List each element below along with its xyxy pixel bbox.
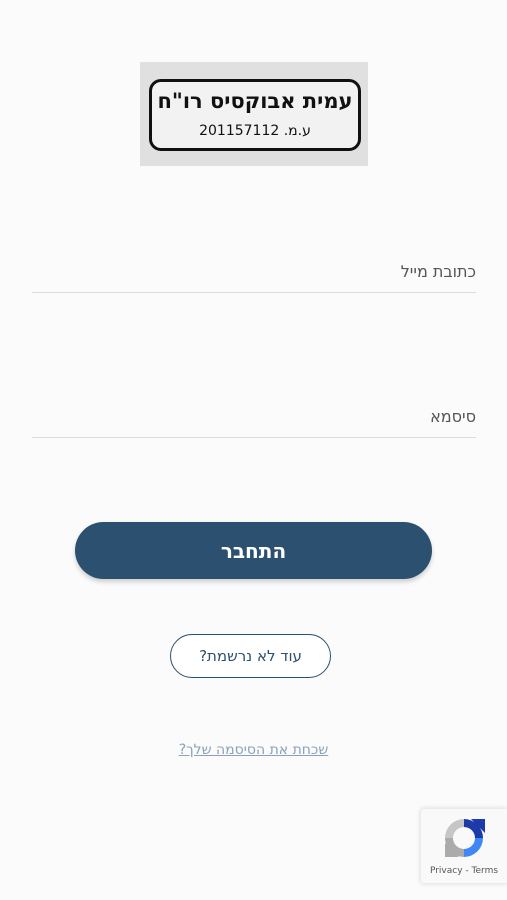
login-button[interactable]: התחבר bbox=[75, 522, 432, 579]
recaptcha-terms-link[interactable]: Terms bbox=[472, 866, 499, 876]
password-field-container bbox=[32, 395, 476, 438]
logo-stamp: עמית אבוקסיס רו"ח ע.מ. 201157112 bbox=[149, 79, 361, 151]
forgot-password-link[interactable]: שכחת את הסיסמה שלך? bbox=[0, 742, 507, 758]
password-field[interactable] bbox=[32, 395, 476, 437]
recaptcha-links: Privacy - Terms bbox=[421, 866, 507, 876]
logo-registration-number: ע.מ. 201157112 bbox=[199, 123, 311, 139]
recaptcha-badge[interactable]: Privacy - Terms bbox=[421, 809, 507, 883]
recaptcha-privacy-link[interactable]: Privacy bbox=[430, 866, 463, 876]
logo-company-name: עמית אבוקסיס רו"ח bbox=[157, 89, 353, 113]
company-logo: עמית אבוקסיס רו"ח ע.מ. 201157112 bbox=[140, 62, 368, 166]
recaptcha-logo-icon bbox=[445, 819, 485, 857]
register-button[interactable]: עוד לא נרשמת? bbox=[170, 634, 331, 678]
recaptcha-separator: - bbox=[465, 866, 469, 876]
email-field-container bbox=[32, 250, 476, 293]
email-field[interactable] bbox=[32, 250, 476, 292]
